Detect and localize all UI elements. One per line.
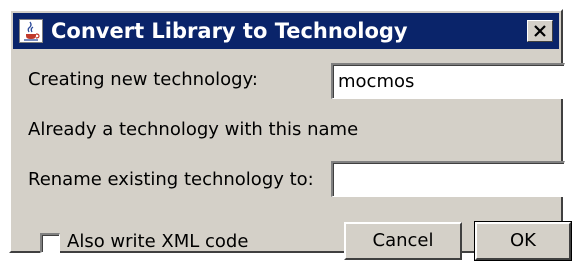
write-xml-label[interactable]: Also write XML code — [67, 231, 248, 253]
new-technology-field[interactable] — [331, 63, 565, 99]
java-coffee-icon — [19, 19, 43, 43]
new-technology-label: Creating new technology: — [28, 69, 258, 90]
rename-technology-field[interactable] — [331, 161, 565, 197]
close-icon — [534, 25, 546, 37]
close-button[interactable] — [527, 20, 553, 42]
cancel-button[interactable]: Cancel — [344, 222, 462, 260]
convert-library-dialog: Convert Library to Technology Creating n… — [9, 9, 572, 261]
rename-label: Rename existing technology to: — [28, 169, 314, 190]
warning-message: Already a technology with this name — [28, 119, 359, 140]
write-xml-checkbox[interactable] — [40, 233, 60, 253]
ok-button[interactable]: OK — [474, 221, 572, 261]
window-title: Convert Library to Technology — [51, 19, 408, 43]
title-bar[interactable]: Convert Library to Technology — [13, 13, 559, 49]
